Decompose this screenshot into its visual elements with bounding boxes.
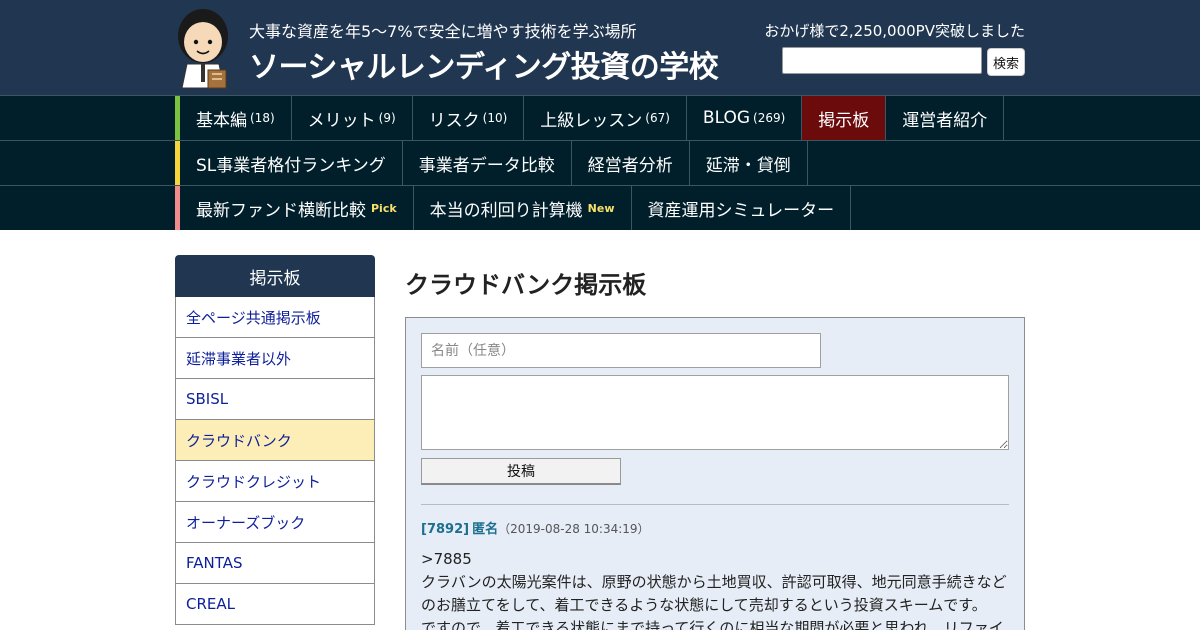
nav-label: 最新ファンド横断比較 bbox=[196, 200, 366, 221]
nav-item-data-compare[interactable]: 事業者データ比較 bbox=[403, 141, 572, 185]
pv-notice: おかげ様で2,250,000PV突破しました bbox=[764, 22, 1025, 40]
nav-label: BLOG bbox=[702, 108, 751, 128]
nav-label: メリット bbox=[307, 110, 376, 131]
nav-label: 掲示板 bbox=[818, 110, 870, 131]
nav-item-fund-compare[interactable]: 最新ファンド横断比較 Pick bbox=[180, 186, 414, 230]
nav-label: 延滞・貸倒 bbox=[705, 155, 791, 176]
post-line: >7885 bbox=[421, 550, 472, 568]
post-number[interactable]: [7892] bbox=[421, 522, 469, 537]
nav-item-blog[interactable]: BLOG (269) bbox=[687, 96, 803, 140]
sidebar-item-creal[interactable]: CREAL bbox=[175, 584, 375, 625]
nav-tag-new: New bbox=[587, 201, 615, 215]
board-panel: 投稿 [7892]匿名（2019-08-28 10:34:19） >7885 ク… bbox=[405, 317, 1025, 630]
search-button[interactable]: 検索 bbox=[987, 48, 1025, 76]
post-date: （2019-08-28 10:34:19） bbox=[498, 522, 650, 536]
nav-label: 事業者データ比較 bbox=[418, 155, 555, 176]
nav-count: (18) bbox=[250, 111, 275, 125]
nav-row-tools: 最新ファンド横断比較 Pick 本当の利回り計算機 New 資産運用シミュレーター bbox=[175, 185, 852, 230]
nav-count: (269) bbox=[753, 111, 786, 125]
nav-item-about[interactable]: 運営者紹介 bbox=[886, 96, 1005, 140]
site-tagline: 大事な資産を年5～7%で安全に増やす技術を学ぶ場所 bbox=[249, 22, 637, 41]
nav-row-primary: 基本編 (18) メリット (9) リスク (10) 上級レッスン (67) BLOG(… bbox=[175, 95, 1005, 140]
sidebar-title: 掲示板 bbox=[175, 255, 375, 297]
nav-item-advanced[interactable]: 上級レッスン (67) bbox=[524, 96, 687, 140]
message-textarea[interactable] bbox=[421, 375, 1009, 450]
search-input[interactable] bbox=[782, 47, 982, 74]
page-title: クラウドバンク掲示板 bbox=[405, 271, 647, 299]
nav-item-defaults[interactable]: 延滞・貸倒 bbox=[690, 141, 808, 185]
mascot-avatar-icon[interactable] bbox=[172, 4, 234, 90]
nav-label: 経営者分析 bbox=[587, 155, 673, 176]
post-meta: [7892] 匿名（2019-08-28 10:34:19） bbox=[421, 518, 650, 537]
post-line: クラバンの太陽光案件は、原野の状態から土地買収、許認可取得、地元同意手続きなどの… bbox=[421, 573, 1007, 614]
nav-count: (67) bbox=[645, 111, 670, 125]
nav-item-yield-calculator[interactable]: 本当の利回り計算機 New bbox=[414, 186, 632, 230]
post-line: ですので、着工できる状態にまで持って行くのに相当な期間が必要と思われ、リファイ bbox=[421, 619, 1004, 630]
nav-row-secondary: SL事業者格付ランキング 事業者データ比較 経営者分析 延滞・貸倒 bbox=[175, 140, 808, 185]
site-title[interactable]: ソーシャルレンディング投資の学校 bbox=[249, 42, 719, 86]
nav-label: SL事業者格付ランキング bbox=[196, 155, 386, 176]
name-input[interactable] bbox=[421, 333, 821, 368]
nav-label: 資産運用シミュレーター bbox=[647, 200, 835, 221]
site-header: 大事な資産を年5～7%で安全に増やす技術を学ぶ場所 ソーシャルレンディング投資の… bbox=[0, 0, 1200, 95]
sidebar-item-crowdcredit[interactable]: クラウドクレジット bbox=[175, 461, 375, 502]
nav-label: リスク bbox=[428, 110, 480, 131]
sidebar-item-sbisl[interactable]: SBISL bbox=[175, 379, 375, 420]
nav-item-merits[interactable]: メリット (9) bbox=[292, 96, 413, 140]
nav-label: 本当の利回り計算機 bbox=[429, 200, 583, 221]
nav-count: (9) bbox=[378, 111, 396, 125]
sidebar-item-ownersbook[interactable]: オーナーズブック bbox=[175, 502, 375, 543]
nav-item-ranking[interactable]: SL事業者格付ランキング bbox=[180, 141, 403, 185]
post-body: >7885 クラバンの太陽光案件は、原野の状態から土地買収、許認可取得、地元同意… bbox=[421, 548, 1011, 630]
nav-tag-pick: Pick bbox=[371, 201, 397, 215]
nav-item-executive-analysis[interactable]: 経営者分析 bbox=[572, 141, 690, 185]
sidebar-item-non-default[interactable]: 延滞事業者以外 bbox=[175, 338, 375, 379]
nav-item-board[interactable]: 掲示板 bbox=[802, 96, 887, 140]
post-button[interactable]: 投稿 bbox=[421, 458, 621, 485]
sidebar: 掲示板 全ページ共通掲示板 延滞事業者以外 SBISL クラウドバンク クラウド… bbox=[175, 255, 375, 625]
sidebar-item-fantas[interactable]: FANTAS bbox=[175, 543, 375, 584]
nav-label: 基本編 bbox=[196, 110, 247, 131]
nav-item-risks[interactable]: リスク (10) bbox=[413, 96, 525, 140]
main-navigation: 基本編 (18) メリット (9) リスク (10) 上級レッスン (67) BLOG(… bbox=[0, 95, 1200, 230]
post-divider bbox=[421, 504, 1009, 505]
nav-count: (10) bbox=[482, 111, 508, 125]
nav-item-simulator[interactable]: 資産運用シミュレーター bbox=[632, 186, 852, 230]
nav-label: 運営者紹介 bbox=[902, 110, 988, 131]
nav-item-basics[interactable]: 基本編 (18) bbox=[180, 96, 292, 140]
sidebar-item-common-board[interactable]: 全ページ共通掲示板 bbox=[175, 297, 375, 338]
post-author: 匿名 bbox=[472, 522, 499, 537]
nav-label: 上級レッスン bbox=[540, 110, 643, 131]
sidebar-item-crowdbank[interactable]: クラウドバンク bbox=[175, 420, 375, 461]
